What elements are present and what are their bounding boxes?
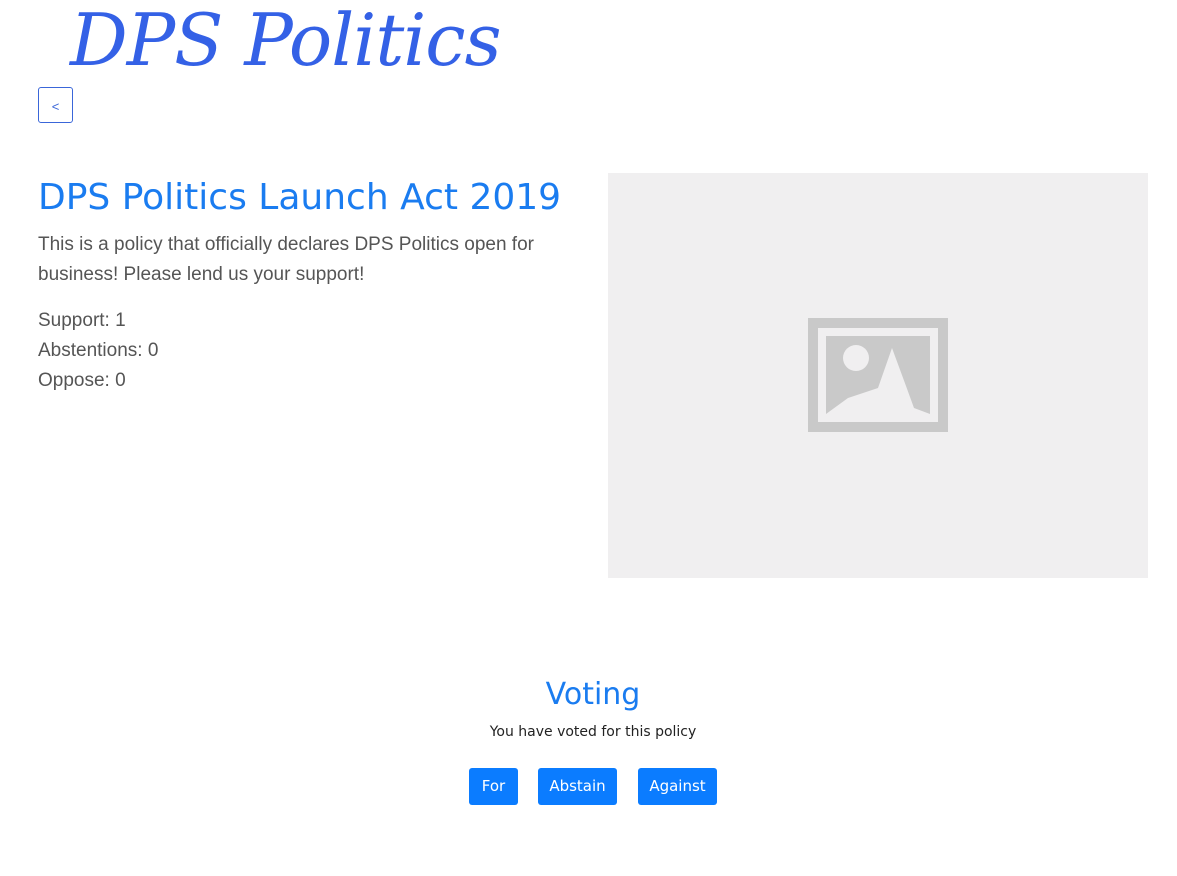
vote-counts: Support: 1 Abstentions: 0 Oppose: 0 [38, 306, 158, 396]
policy-description: This is a policy that officially declare… [38, 234, 534, 285]
vote-status-message: You have voted for this policy [489, 724, 697, 740]
voting-heading: Voting [545, 677, 641, 712]
vote-for-button[interactable]: For [469, 768, 518, 805]
vote-abstain-button[interactable]: Abstain [538, 768, 617, 805]
policy-title: DPS Politics Launch Act 2019 [38, 177, 562, 218]
support-count: Support: 1 [38, 310, 126, 331]
site-logo[interactable]: DPS Politics [70, 0, 502, 80]
policy-image [608, 173, 1148, 578]
image-placeholder-icon [808, 318, 948, 432]
vote-against-button[interactable]: Against [638, 768, 717, 805]
abstentions-count: Abstentions: 0 [38, 340, 159, 361]
back-button[interactable]: < [38, 87, 73, 123]
oppose-count: Oppose: 0 [38, 370, 126, 391]
